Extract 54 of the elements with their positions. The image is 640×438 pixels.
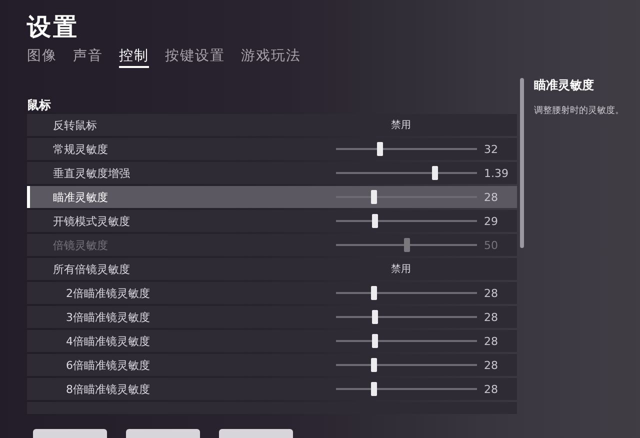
setting-label: 所有倍镜灵敏度 [52,262,131,276]
slider-value: 50 [484,238,498,252]
slider-value: 28 [484,286,498,300]
tab[interactable]: 控制 [119,46,149,68]
slider-value: 28 [484,334,498,348]
setting-label: 2倍瞄准镜灵敏度 [65,286,151,300]
slider-value: 1.39 [484,166,508,180]
setting-label: 4倍瞄准镜灵敏度 [65,334,151,348]
slider-value: 28 [484,382,498,396]
setting-row[interactable]: 2倍瞄准镜灵敏度 28 [27,282,517,304]
setting-label: 8倍瞄准镜灵敏度 [65,382,151,396]
slider-value: 28 [484,310,498,324]
detail-title: 瞄准灵敏度 [534,78,595,92]
setting-row[interactable]: 瞄准灵敏度 28 [27,186,517,208]
setting-row[interactable]: 4倍瞄准镜灵敏度 28 [27,330,517,352]
setting-label: 反转鼠标 [52,118,98,132]
tab[interactable]: 声音 [73,46,103,68]
setting-label: 常规灵敏度 [52,142,109,156]
slider-thumb[interactable] [372,214,378,228]
setting-row[interactable]: 开镜模式灵敏度 29 [27,210,517,232]
setting-label: 6倍瞄准镜灵敏度 [65,358,151,372]
tab[interactable]: 按键设置 [165,46,225,68]
slider-thumb[interactable] [371,286,378,300]
setting-label: 瞄准灵敏度 [52,190,109,204]
setting-value[interactable]: 禁用 [391,118,411,132]
setting-row[interactable]: 8倍瞄准镜灵敏度 28 [27,378,517,400]
slider-value: 28 [484,358,498,372]
slider-thumb[interactable] [432,166,438,180]
detail-description: 调整腰射时的灵敏度。 [534,104,624,117]
slider-thumb[interactable] [372,310,378,324]
setting-value[interactable]: 禁用 [391,262,411,276]
section-heading: 鼠标 [27,97,52,114]
setting-row[interactable]: 常规灵敏度 32 [27,138,517,160]
slider-thumb[interactable] [376,142,383,156]
slider-value: 32 [484,142,498,156]
slider-thumb[interactable] [371,190,378,204]
slider-value: 29 [484,214,498,228]
setting-label: 开镜模式灵敏度 [52,214,131,228]
setting-row[interactable]: 垂直灵敏度增强 1.39 [27,162,517,184]
setting-label: 垂直灵敏度增强 [52,166,131,180]
setting-row[interactable]: 3倍瞄准镜灵敏度 28 [27,306,517,328]
tab[interactable]: 图像 [27,46,57,68]
slider-value: 28 [484,190,498,204]
setting-row[interactable]: 6倍瞄准镜灵敏度 28 [27,354,517,376]
scrollbar[interactable] [520,78,524,248]
setting-label: 3倍瞄准镜灵敏度 [65,310,151,324]
slider-thumb[interactable] [371,382,378,396]
slider-thumb[interactable] [372,334,378,348]
setting-row[interactable]: 所有倍镜灵敏度 禁用 [27,258,517,280]
page-title: 设置 [27,12,80,42]
setting-label: 倍镜灵敏度 [52,238,109,252]
slider-thumb[interactable] [371,358,378,372]
setting-row[interactable]: 反转鼠标 禁用 [27,114,517,136]
tab[interactable]: 游戏玩法 [241,46,301,68]
